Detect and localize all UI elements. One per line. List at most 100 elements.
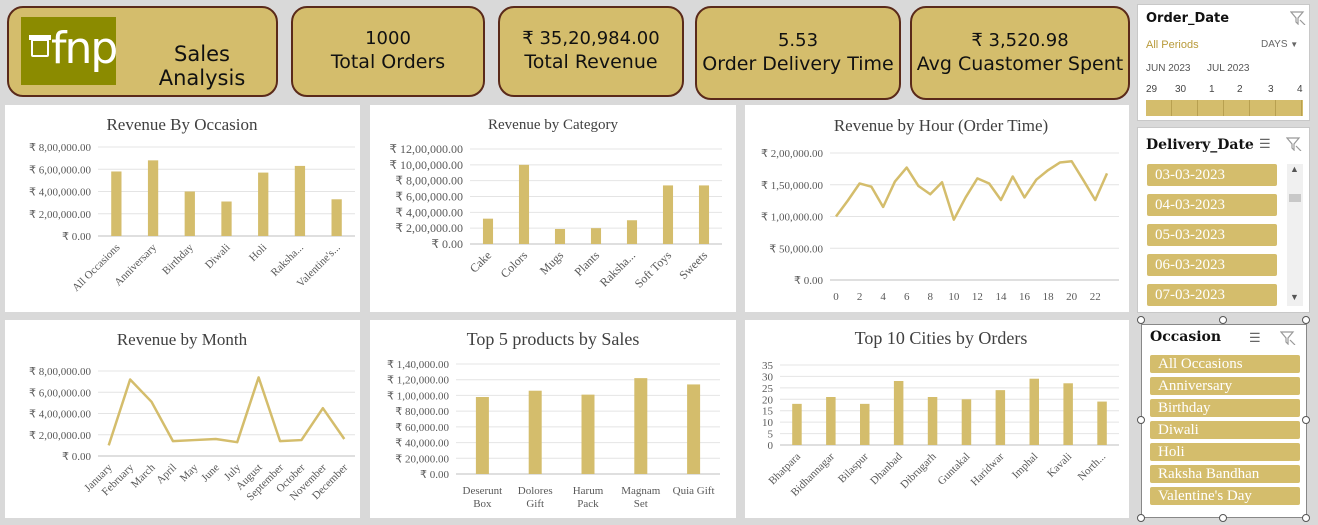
y-tick-label: ₹ 1,40,000.00 [387, 359, 449, 371]
x-tick-label: Harum [573, 485, 604, 497]
kpi-value: ₹ 35,20,984.00 [522, 28, 660, 49]
y-tick-label: 0 [768, 440, 774, 452]
time-level-selector[interactable]: DAYS ▼ [1261, 39, 1298, 50]
resize-handle[interactable] [1137, 416, 1145, 424]
x-tick-label: Holi [247, 242, 269, 264]
month-label: JUL 2023 [1207, 63, 1250, 74]
chart-revenue-by-month[interactable]: Revenue by Month ₹ 0.00 ₹ 2,00,000.00 ₹ 4,0… [5, 320, 360, 518]
slicer-title: Order_Date [1146, 11, 1230, 26]
chart-top-products[interactable]: Top 5 products by Sales ₹ 0.00 ₹ 20,000.00… [370, 320, 736, 518]
bar [221, 201, 232, 236]
bar [475, 397, 489, 474]
bar [860, 403, 870, 445]
y-tick-label: ₹ 2,00,000.00 [761, 148, 823, 160]
y-tick-label: 30 [762, 371, 774, 383]
occasion-item[interactable]: Anniversary [1150, 377, 1300, 395]
y-tick-label: 5 [768, 429, 774, 441]
bar [687, 384, 701, 474]
occasion-slicer[interactable]: Occasion ☰ All Occasions Anniversary Bir… [1141, 324, 1307, 518]
scrollbar[interactable]: ▲ ▼ [1287, 164, 1303, 306]
clear-filter-icon[interactable] [1280, 331, 1296, 345]
y-tick-label: ₹ 1,00,000.00 [761, 212, 823, 224]
slicer-title: Occasion [1150, 329, 1222, 345]
occasion-item[interactable]: Birthday [1150, 399, 1300, 417]
y-tick-label: ₹ 0.00 [431, 237, 463, 251]
chart-revenue-by-hour[interactable]: Revenue by Hour (Order Time) ₹ 0.00 ₹ 50,0… [745, 105, 1129, 312]
series-line [834, 160, 1109, 221]
scroll-thumb[interactable] [1289, 194, 1301, 202]
bar [698, 185, 710, 244]
y-tick-label: ₹ 10,00,000.00 [389, 158, 463, 172]
day-label: 1 [1209, 84, 1215, 95]
bar [294, 165, 306, 236]
resize-handle[interactable] [1219, 514, 1227, 522]
occasion-item[interactable]: Valentine's Day [1150, 487, 1300, 505]
clear-filter-icon[interactable] [1286, 137, 1302, 151]
x-tick-label: March [129, 461, 158, 490]
gift-icon [29, 35, 51, 57]
kpi-total-revenue: ₹ 35,20,984.00 Total Revenue [498, 6, 684, 97]
resize-handle[interactable] [1302, 316, 1310, 324]
chart-revenue-by-occasion[interactable]: Revenue By Occasion ₹ 0.00 ₹ 2,00,000.00 ₹ … [5, 105, 360, 312]
kpi-value: 5.53 [777, 30, 819, 51]
scroll-down-icon[interactable]: ▼ [1290, 292, 1299, 302]
delivery-date-item[interactable]: 07-03-2023 [1147, 284, 1277, 306]
resize-handle[interactable] [1137, 514, 1145, 522]
occasion-item[interactable]: Raksha Bandhan [1150, 465, 1300, 483]
y-tick-label: ₹ 0.00 [420, 469, 449, 481]
x-tick-label: 18 [1043, 291, 1055, 303]
y-tick-label: ₹ 0.00 [794, 275, 823, 287]
delivery-date-item[interactable]: 05-03-2023 [1147, 224, 1277, 246]
y-tick-label: ₹ 12,00,000.00 [389, 142, 463, 156]
bar [258, 172, 269, 236]
delivery-date-item[interactable]: 03-03-2023 [1147, 164, 1277, 186]
resize-handle[interactable] [1302, 416, 1310, 424]
multi-select-icon[interactable]: ☰ [1259, 136, 1271, 152]
y-tick-label: ₹ 50,000.00 [769, 243, 823, 255]
bar [634, 378, 648, 474]
delivery-date-item[interactable]: 06-03-2023 [1147, 254, 1277, 276]
y-tick-label: ₹ 2,00,000.00 [29, 430, 91, 442]
bar [528, 390, 542, 474]
day-label: 4 [1297, 84, 1303, 95]
bar [581, 394, 595, 474]
clear-filter-icon[interactable] [1290, 11, 1306, 25]
x-tick-label: 6 [904, 291, 910, 303]
bar [1097, 401, 1107, 445]
x-tick-label: Soft Toys [632, 248, 675, 291]
y-tick-label: 35 [762, 360, 774, 372]
resize-handle[interactable] [1137, 316, 1145, 324]
resize-handle[interactable] [1302, 514, 1310, 522]
occasion-item[interactable]: All Occasions [1150, 355, 1300, 373]
resize-handle[interactable] [1219, 316, 1227, 324]
x-tick-label: Set [634, 498, 648, 510]
y-tick-label: ₹ 8,00,000.00 [29, 142, 91, 154]
x-tick-label: 12 [972, 291, 983, 303]
chart-top-cities[interactable]: Top 10 Cities by Orders 0 5 10 15 20 25 30 35 Bha… [745, 320, 1129, 518]
kpi-label: Total Orders [330, 51, 446, 73]
y-tick-label: ₹ 2,00,000.00 [29, 209, 91, 221]
multi-select-icon[interactable]: ☰ [1249, 330, 1261, 346]
chart-revenue-by-category[interactable]: Revenue by Category ₹ 0.00 ₹ 2,00,000.00 ₹ … [370, 105, 736, 312]
scroll-up-icon[interactable]: ▲ [1290, 164, 1299, 174]
chevron-down-icon: ▼ [1290, 40, 1299, 49]
bar [111, 171, 122, 236]
x-tick-label: 16 [1019, 291, 1031, 303]
y-tick-label: ₹ 6,00,000.00 [29, 387, 91, 399]
occasion-item[interactable]: Diwali [1150, 421, 1300, 439]
x-tick-label: Mugs [537, 248, 566, 277]
delivery-date-item[interactable]: 04-03-2023 [1147, 194, 1277, 216]
y-tick-label: ₹ 1,00,000.00 [387, 390, 449, 402]
order-date-slicer[interactable]: Order_Date All Periods DAYS ▼ JUN 2023 J… [1137, 4, 1310, 121]
x-tick-label: Gift [526, 498, 544, 510]
x-tick-label: Guntakal [936, 451, 973, 488]
timeline-bar[interactable] [1146, 100, 1303, 116]
y-tick-label: ₹ 6,00,000.00 [29, 164, 91, 176]
month-label: JUN 2023 [1146, 63, 1191, 74]
x-tick-label: Kavali [1045, 451, 1074, 480]
y-tick-label: ₹ 8,00,000.00 [29, 366, 91, 378]
occasion-item[interactable]: Holi [1150, 443, 1300, 461]
delivery-date-slicer[interactable]: Delivery_Date ☰ 03-03-2023 04-03-2023 05… [1137, 127, 1310, 313]
x-tick-label: 0 [833, 291, 839, 303]
y-tick-label: ₹ 4,00,000.00 [395, 205, 463, 219]
